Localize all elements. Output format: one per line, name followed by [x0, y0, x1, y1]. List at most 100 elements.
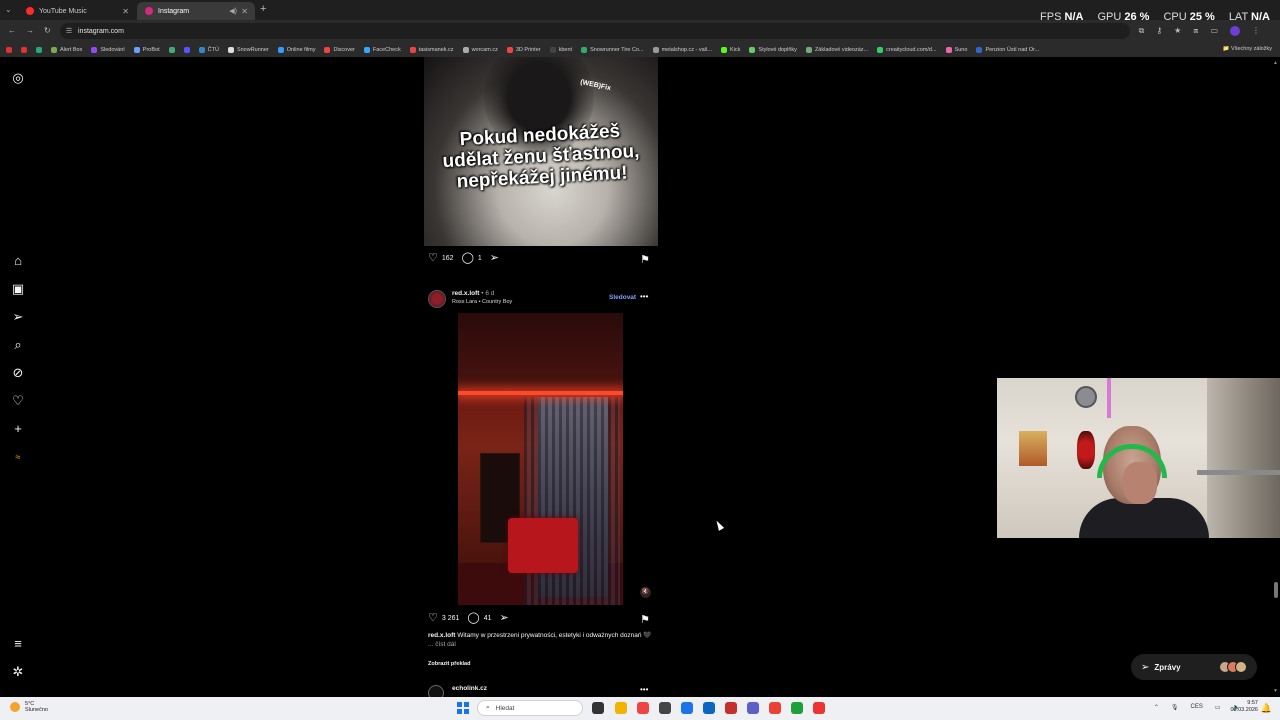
network-icon[interactable]: ▭ — [1215, 704, 1221, 711]
tab-instagram[interactable]: Instagram ◀) ✕ — [137, 2, 255, 20]
bookmark-item[interactable]: creaitycloud.com/d... — [877, 46, 937, 53]
caption-username[interactable]: red.x.loft — [428, 632, 455, 639]
avatar[interactable] — [428, 685, 444, 697]
taskbar-app-icon[interactable] — [791, 702, 803, 714]
tray-chevron-icon[interactable]: ⌃ — [1154, 704, 1159, 711]
like-count[interactable]: 162 — [442, 255, 454, 262]
comment-count[interactable]: 41 — [484, 615, 492, 622]
bookmark-item[interactable]: ČTÚ — [198, 46, 219, 53]
more-icon[interactable]: ✲ — [11, 665, 25, 679]
post-audio[interactable]: Ross Lara • Country Boy — [452, 299, 512, 305]
bookmark-item[interactable]: Discover — [324, 46, 355, 53]
taskbar-search-field[interactable]: ⌕ Hledat — [477, 700, 583, 716]
scroll-down-icon[interactable]: ▼ — [1273, 688, 1278, 694]
avatar[interactable] — [428, 290, 446, 308]
bookmark-item[interactable] — [21, 46, 27, 53]
comment-icon[interactable]: ◯ — [462, 253, 474, 264]
bookmark-item[interactable]: Alert Box — [51, 46, 82, 53]
reload-icon[interactable]: ↻ — [44, 26, 51, 35]
url-field[interactable]: ☰ instagram.com — [60, 23, 1130, 39]
close-tab-icon[interactable]: ✕ — [241, 7, 248, 16]
save-icon[interactable]: ⚑ — [640, 253, 650, 266]
close-tab-icon[interactable]: ✕ — [122, 7, 129, 16]
taskbar-app-icon[interactable] — [592, 702, 604, 714]
taskbar-clock[interactable]: 9:57 03.03.2026 — [1230, 700, 1258, 714]
taskbar-app-icon[interactable] — [813, 702, 825, 714]
create-icon[interactable]: + — [11, 422, 25, 436]
taskbar-app-icon[interactable] — [681, 702, 693, 714]
tab-youtube-music[interactable]: YouTube Music ✕ — [18, 2, 136, 20]
language-indicator[interactable]: CES — [1191, 704, 1203, 711]
bookmark-item[interactable]: kbent — [549, 46, 572, 53]
save-icon[interactable]: ⚑ — [640, 613, 650, 626]
reels-icon[interactable]: ▣ — [11, 282, 25, 296]
bookmark-item[interactable]: SnowRunner — [227, 46, 269, 53]
bookmark-item[interactable] — [36, 46, 42, 53]
menu-icon[interactable]: ≡ — [11, 637, 25, 651]
bookmark-item[interactable]: Online filmy — [277, 46, 315, 53]
bookmark-item[interactable] — [6, 46, 12, 53]
translate-link[interactable]: Zobrazit překlad — [428, 661, 470, 667]
tab-audio-icon[interactable]: ◀) — [229, 7, 237, 15]
explore-icon[interactable]: ⊘ — [11, 366, 25, 380]
more-options-icon[interactable]: ••• — [640, 292, 648, 301]
post-username[interactable]: red.x.loft • 6 d — [452, 290, 494, 297]
tab-search-icon[interactable]: ⌄ — [5, 5, 12, 14]
back-icon[interactable]: ← — [8, 26, 16, 35]
bookmark-item[interactable]: Sledování — [91, 46, 125, 53]
cast-icon[interactable]: ⧉ — [1139, 26, 1145, 36]
microphone-icon[interactable]: 🎙 — [1171, 704, 1179, 711]
home-icon[interactable]: ⌂ — [11, 254, 25, 268]
scroll-up-icon[interactable]: ▲ — [1273, 60, 1278, 66]
bookmark-item[interactable]: 3D Printer — [506, 46, 541, 53]
post-video[interactable]: 🔇 — [424, 313, 658, 605]
instagram-logo-icon[interactable]: ◎ — [11, 71, 25, 85]
taskbar-app-icon[interactable] — [659, 702, 671, 714]
new-tab-button[interactable]: + — [260, 3, 266, 15]
profile-avatar[interactable] — [1230, 26, 1240, 36]
bookmark-item[interactable]: tasismanek.cz — [409, 46, 454, 53]
windows-start-icon[interactable] — [457, 702, 469, 714]
taskbar-app-icon[interactable] — [769, 702, 781, 714]
read-more-link[interactable]: ... číst dál — [428, 641, 456, 648]
taskbar-app-icon[interactable] — [703, 702, 715, 714]
heart-icon[interactable]: ♡ — [11, 394, 25, 408]
star-icon[interactable]: ★ — [1174, 26, 1181, 36]
notification-bell-icon[interactable]: 🔔 — [1261, 703, 1272, 714]
post-username[interactable]: echolink.cz — [452, 685, 487, 692]
site-info-icon[interactable]: ☰ — [66, 27, 72, 35]
bookmark-item[interactable]: ProBot — [133, 46, 160, 53]
post-image[interactable]: (WEB)Fix Pokud nedokážeš udělat ženu šťa… — [424, 57, 658, 246]
like-count[interactable]: 3 261 — [442, 615, 460, 622]
bookmark-item[interactable]: Stylové doplňky — [749, 46, 797, 53]
bookmark-item[interactable]: Základové videozáz... — [805, 46, 868, 53]
share-icon[interactable]: ➢ — [500, 613, 509, 624]
messages-button[interactable]: ➢ Zprávy — [1131, 654, 1257, 680]
search-icon[interactable]: ⌕ — [11, 338, 25, 352]
bookmark-item[interactable]: Penzion Ústí nad Or... — [976, 46, 1039, 53]
follow-button[interactable]: Sledovat — [609, 294, 636, 301]
send-icon[interactable]: ➢ — [11, 310, 25, 324]
extensions-icon[interactable]: ⧈ — [1193, 26, 1198, 36]
taskbar-app-icon[interactable] — [725, 702, 737, 714]
bookmark-item[interactable]: metalshop.cz - vaš... — [652, 46, 712, 53]
kebab-menu-icon[interactable]: ⋮ — [1252, 26, 1260, 36]
bookmark-item[interactable]: FaceCheck — [363, 46, 401, 53]
comment-icon[interactable]: ◯ — [467, 613, 479, 624]
like-icon[interactable]: ♡ — [428, 253, 438, 264]
all-bookmarks-button[interactable]: 📁 Všechny záložky — [1223, 46, 1272, 52]
sidebar-toggle-icon[interactable]: ▭ — [1210, 26, 1218, 36]
mute-icon[interactable]: 🔇 — [640, 587, 651, 598]
weather-widget[interactable]: 5°C Slunečno — [10, 701, 48, 713]
page-scrollbar[interactable]: ▲ ▼ — [1272, 57, 1280, 697]
taskbar-app-icon[interactable] — [637, 702, 649, 714]
comment-count[interactable]: 1 — [478, 255, 482, 262]
like-icon[interactable]: ♡ — [428, 613, 438, 624]
password-key-icon[interactable]: ⚷ — [1156, 26, 1162, 36]
bookmark-item[interactable]: Kick — [721, 46, 740, 53]
taskbar-app-icon[interactable] — [615, 702, 627, 714]
scrollbar-thumb[interactable] — [1274, 582, 1278, 598]
forward-icon[interactable]: → — [26, 26, 34, 35]
share-icon[interactable]: ➢ — [490, 253, 499, 264]
threads-icon[interactable]: ≈ — [11, 450, 25, 464]
